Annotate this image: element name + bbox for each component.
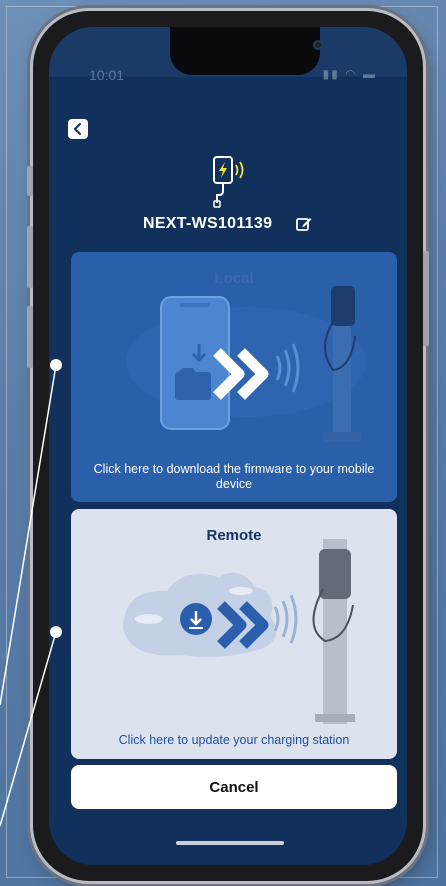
wifi-icon: ◠ (345, 67, 358, 81)
back-button[interactable] (68, 119, 88, 139)
phone-frame: 10:01 ▮▮ ◠ ▬ NEXT-WS101139 Local Click h… (27, 11, 429, 881)
camera-icon (313, 40, 323, 50)
notch (170, 27, 323, 75)
power-button (423, 251, 429, 346)
chevron-left-icon (74, 123, 81, 135)
remote-option-card[interactable]: Remote Click here to update your chargin… (71, 509, 397, 759)
edit-icon[interactable] (295, 215, 313, 233)
volume-up-button (27, 226, 33, 288)
local-title: Local (214, 270, 254, 287)
device-name-row: NEXT-WS101139 (49, 215, 407, 233)
cancel-button[interactable]: Cancel (71, 765, 397, 809)
mute-switch (27, 166, 33, 196)
volume-down-button (27, 306, 33, 368)
device-name: NEXT-WS101139 (142, 215, 273, 232)
home-indicator (176, 841, 284, 845)
status-icons: ▮▮ ◠ ▬ (323, 67, 377, 81)
app-screen: 10:01 ▮▮ ◠ ▬ NEXT-WS101139 Local Click h… (49, 27, 407, 865)
status-time: 10:01 (89, 67, 125, 83)
local-caption: Click here to download the firmware to y… (93, 462, 375, 491)
remote-title: Remote (206, 527, 262, 544)
remote-caption: Click here to update your charging stati… (118, 733, 350, 747)
battery-icon: ▬ (363, 67, 377, 81)
signal-icon: ▮▮ (322, 67, 340, 81)
local-option-card[interactable]: Local Click here to download the firmwar… (71, 252, 397, 502)
charging-station-icon (213, 156, 244, 208)
